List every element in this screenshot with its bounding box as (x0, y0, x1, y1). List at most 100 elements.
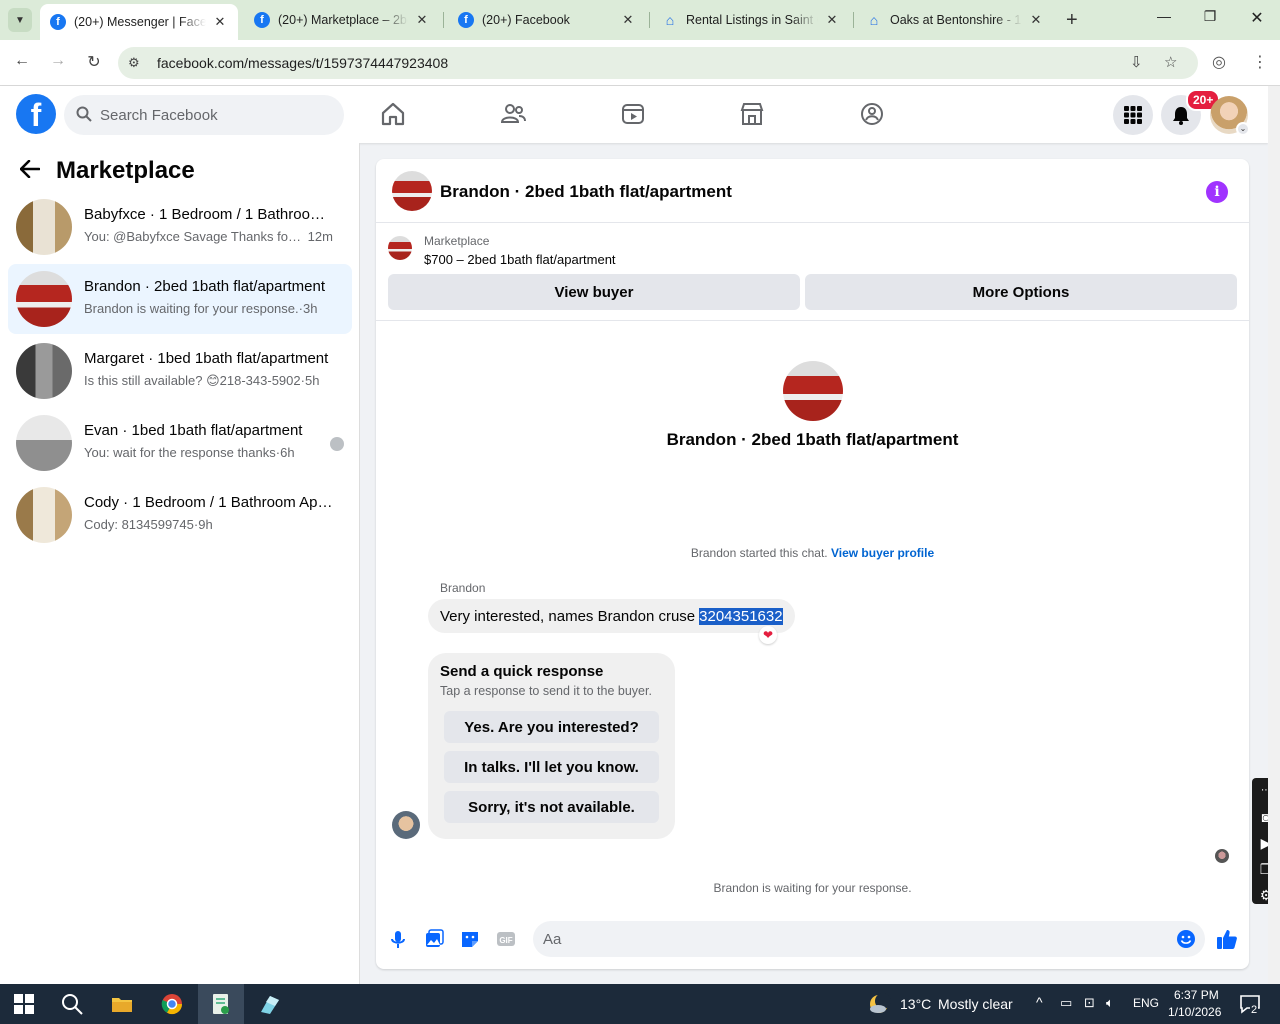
tab-search-button[interactable]: ▼ (8, 8, 32, 32)
snippet-text: Brandon is waiting for your response. (84, 301, 299, 316)
snipping-tool-icon[interactable] (258, 992, 282, 1016)
listing-price[interactable]: $700 – 2bed 1bath flat/apartment (424, 252, 616, 267)
marketplace-icon[interactable] (738, 100, 766, 128)
back-arrow-icon[interactable] (19, 158, 41, 184)
chat-panel: Brandon · 2bed 1bath flat/apartment i Ma… (376, 159, 1249, 969)
window-close-icon[interactable]: ✕ (1245, 8, 1269, 28)
network-icon[interactable]: ⊡ (1084, 995, 1095, 1011)
facebook-icon: f (50, 14, 66, 30)
windows-start-icon[interactable] (12, 992, 36, 1016)
site-info-icon[interactable]: ⚙ (128, 55, 140, 71)
gif-icon[interactable]: GIF (496, 929, 516, 949)
snippet-time: 12m (307, 229, 333, 244)
profile-icon[interactable]: ◎ (1212, 52, 1226, 72)
volume-icon[interactable]: 🔈︎ (1106, 995, 1114, 1011)
quick-reply-not-available-button[interactable]: Sorry, it's not available. (444, 791, 659, 823)
chat-title[interactable]: Brandon · 2bed 1bath flat/apartment (440, 182, 732, 202)
new-tab-button[interactable]: + (1066, 9, 1078, 32)
thumbs-up-icon[interactable] (1216, 928, 1238, 950)
windows-taskbar: 13°C Mostly clear ^ ▭ ⊡ 🔈︎ ENG 6:37 PM 1… (0, 984, 1280, 1024)
quick-reply-in-talks-button[interactable]: In talks. I'll let you know. (444, 751, 659, 783)
meet-now-icon[interactable]: ▭ (1060, 995, 1072, 1011)
conversation-item-selected[interactable]: Brandon · 2bed 1bath flat/apartment Bran… (8, 264, 352, 334)
conversation-item[interactable]: Margaret · 1bed 1bath flat/apartment Is … (8, 336, 352, 406)
conversation-item[interactable]: Babyfxce · 1 Bedroom / 1 Bathroom Apartm… (8, 192, 352, 262)
listing-thumbnail[interactable] (392, 171, 432, 211)
more-options-button[interactable]: More Options (805, 274, 1237, 310)
svg-text:GIF: GIF (499, 936, 512, 945)
view-buyer-profile-link[interactable]: View buyer profile (831, 546, 934, 560)
facebook-logo-icon[interactable]: f (16, 94, 56, 134)
conversation-snippet: Brandon is waiting for your response. · 3h (84, 301, 318, 316)
more-menu-icon[interactable]: ⋮ (1252, 52, 1268, 72)
sender-avatar[interactable] (392, 811, 420, 839)
conversation-name: Cody · 1 Bedroom / 1 Bathroom Apartment (84, 494, 334, 511)
chevron-down-icon[interactable]: ⌄ (1236, 122, 1250, 136)
weather-moon-icon (870, 993, 891, 1013)
tab-oaks-bentonshire[interactable]: ⌂ Oaks at Bentonshire - 15 ✕ (856, 4, 1054, 36)
search-box[interactable] (64, 95, 344, 135)
emoji-icon[interactable] (1176, 929, 1196, 949)
minimize-icon[interactable]: — (1152, 8, 1176, 24)
home-icon[interactable] (379, 100, 407, 128)
groups-icon[interactable] (858, 100, 886, 128)
clock-time[interactable]: 6:37 PM (1174, 988, 1219, 1002)
listing-thumbnail (16, 271, 72, 327)
close-tab-icon[interactable]: ✕ (620, 12, 636, 28)
page-scrollbar[interactable] (1268, 86, 1280, 984)
view-buyer-button[interactable]: View buyer (388, 274, 800, 310)
language-indicator[interactable]: ENG (1133, 996, 1159, 1010)
conversation-item[interactable]: Cody · 1 Bedroom / 1 Bathroom Apartment … (8, 480, 352, 550)
taskbar-search-icon[interactable] (60, 992, 84, 1016)
chevron-up-icon[interactable]: ^ (1036, 994, 1043, 1010)
info-icon[interactable]: i (1206, 181, 1228, 203)
file-explorer-icon[interactable] (110, 992, 134, 1016)
friends-icon[interactable] (499, 100, 527, 128)
message-input[interactable] (533, 921, 1205, 957)
url-text[interactable]: facebook.com/messages/t/1597374447923408 (157, 55, 448, 71)
chrome-icon[interactable] (160, 992, 184, 1016)
message-bubble[interactable]: Very interested, names Brandon cruse 320… (428, 599, 795, 633)
close-tab-icon[interactable]: ✕ (414, 12, 430, 28)
clock-date[interactable]: 1/10/2026 (1168, 1005, 1221, 1019)
restore-icon[interactable]: ❐ (1198, 8, 1222, 25)
quick-response-subtitle: Tap a response to send it to the buyer. (440, 684, 652, 698)
weather-condition[interactable]: Mostly clear (938, 996, 1013, 1012)
listing-label: Marketplace (424, 234, 490, 248)
tab-rental-listings[interactable]: ⌂ Rental Listings in Saint Cl ✕ (652, 4, 850, 36)
tab-marketplace[interactable]: f (20+) Marketplace – 2bed ✕ (244, 4, 440, 36)
menu-grid-button[interactable] (1113, 95, 1153, 135)
grid-icon (1124, 106, 1142, 124)
listing-profile-photo[interactable] (783, 361, 843, 421)
listing-banner: Marketplace $700 – 2bed 1bath flat/apart… (376, 223, 1249, 321)
video-icon[interactable] (619, 100, 647, 128)
close-tab-icon[interactable]: ✕ (1028, 12, 1044, 28)
microphone-icon[interactable] (388, 929, 408, 949)
bookmark-star-icon[interactable]: ☆ (1164, 53, 1177, 71)
browser-toolbar: ← → ↻ ⚙ facebook.com/messages/t/15973744… (0, 40, 1280, 86)
message-composer: GIF (376, 919, 1249, 959)
conversation-item[interactable]: Evan · 1bed 1bath flat/apartment You: wa… (8, 408, 352, 478)
search-input[interactable] (100, 95, 330, 135)
notepad-app-icon[interactable] (209, 992, 233, 1016)
facebook-icon: f (254, 12, 270, 28)
quick-response-card: Send a quick response Tap a response to … (428, 653, 675, 839)
quick-reply-yes-button[interactable]: Yes. Are you interested? (444, 711, 659, 743)
back-icon[interactable]: ← (10, 52, 34, 70)
photo-icon[interactable] (424, 929, 444, 949)
close-tab-icon[interactable]: ✕ (212, 14, 228, 30)
sticker-icon[interactable] (460, 929, 480, 949)
close-tab-icon[interactable]: ✕ (824, 12, 840, 28)
heart-reaction-icon[interactable]: ❤ (759, 626, 777, 644)
weather-temp[interactable]: 13°C (900, 996, 931, 1012)
tab-messenger[interactable]: f (20+) Messenger | Facebook ✕ (40, 4, 238, 40)
snippet-text: Cody: 8134599745 (84, 517, 194, 532)
tab-facebook[interactable]: f (20+) Facebook ✕ (448, 4, 646, 36)
reload-icon[interactable]: ↻ (82, 52, 106, 72)
address-bar[interactable]: ⚙ facebook.com/messages/t/15973744479234… (118, 47, 1198, 79)
started-text: Brandon started this chat. (690, 546, 828, 560)
snippet-time: 9h (198, 517, 213, 532)
install-app-icon[interactable]: ⇩ (1130, 53, 1143, 71)
forward-icon[interactable]: → (46, 52, 70, 70)
highlighted-phone[interactable]: 3204351632 (699, 607, 783, 625)
